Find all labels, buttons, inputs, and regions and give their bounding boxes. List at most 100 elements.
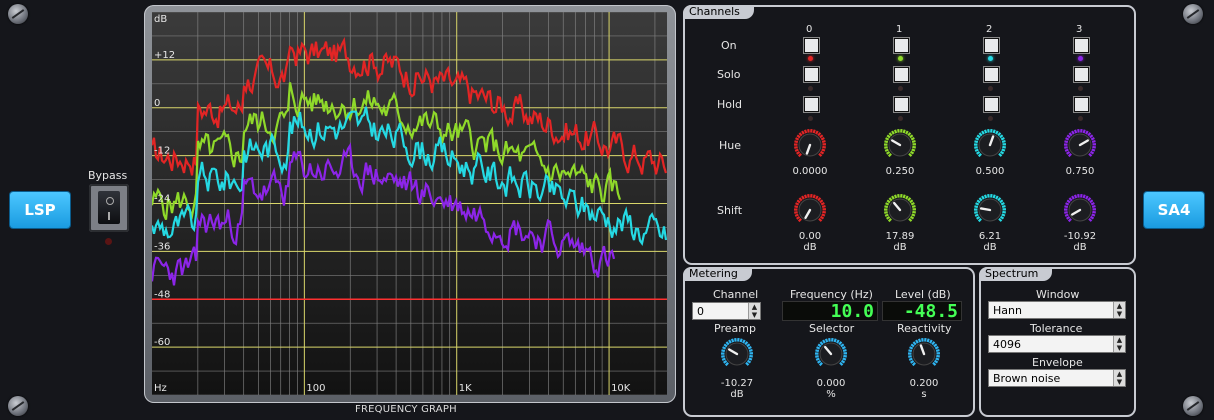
channel-1-solo-led [898,86,903,91]
preamp-unit: dB [730,389,744,400]
screw-icon [1183,4,1203,24]
tolerance-select[interactable]: 4096 ▲ ▼ [988,335,1126,353]
y-axis-label: -36 [154,241,170,252]
channel-0-hue-knob[interactable] [793,128,827,162]
tolerance-label: Tolerance [1030,322,1083,335]
frequency-label: Frequency (Hz) [790,288,873,301]
channel-3-hold-checkbox[interactable] [1074,97,1089,112]
y-axis-label: +12 [154,50,175,61]
level-label: Level (dB) [895,288,951,301]
channel-3-on-checkbox[interactable] [1074,38,1089,53]
envelope-select[interactable]: Brown noise ▲ ▼ [988,369,1126,387]
channel-3-shift-unit: dB [1073,242,1087,253]
bypass-led [105,238,112,245]
tolerance-select-value: 4096 [993,338,1021,351]
preamp-label: Preamp [714,322,756,335]
channel-select-value: 0 [697,305,704,318]
frequency-graph[interactable]: dB +12 0 -12 -24 -36 -48 -60 Hz 100 1K 10K [150,11,668,396]
x-axis-label: 1K [459,383,472,394]
spin-arrows-icon: ▲ ▼ [1113,336,1125,352]
channel-2-hold-led [988,116,993,121]
channel-1-hue-knob[interactable] [883,128,917,162]
y-axis-label: -48 [154,289,170,300]
channel-0-solo-checkbox[interactable] [804,67,819,82]
y-axis-label: dB [154,14,167,25]
level-display: -48.5 [882,301,962,322]
channel-0-shift-unit: dB [803,242,817,253]
channel-3-on-led [1078,56,1083,61]
y-axis-label: Hz [154,383,167,394]
plugin-name-button[interactable]: SA4 [1144,192,1204,228]
screw-icon [8,396,28,416]
channel-1-on-led [898,56,903,61]
window-label: Window [1036,288,1080,301]
channel-0-index: 0 [806,24,813,35]
channel-0-shift-knob[interactable] [793,193,827,227]
channel-1-on-checkbox[interactable] [894,38,909,53]
channel-3-solo-led [1078,86,1083,91]
frequency-graph-svg: dB +12 0 -12 -24 -36 -48 -60 Hz 100 1K 10K [150,11,668,396]
channel-1-hue-value: 0.250 [885,166,915,177]
channel-0-on-led [808,56,813,61]
envelope-label: Envelope [1032,356,1083,369]
channel-2-shift-unit: dB [983,242,997,253]
plugin-rack: LSP SA4 Bypass dB +12 0 -12 -24 -36 -48 -60 Hz 1… [0,0,1214,420]
hold-row-label: Hold [717,98,743,111]
channel-2-on-checkbox[interactable] [984,38,999,53]
channel-0-solo-led [808,86,813,91]
channel-1-hold-led [898,116,903,121]
window-select[interactable]: Hann ▲ ▼ [988,301,1126,319]
window-select-value: Hann [993,304,1022,317]
channel-2-hue-value: 0.500 [975,166,1005,177]
reactivity-value: 0.200 [909,378,939,389]
metering-title: Metering [683,267,752,281]
bypass-switch[interactable] [89,184,129,232]
screw-icon [8,4,28,24]
channel-3-shift-knob[interactable] [1063,193,1097,227]
solo-row-label: Solo [717,68,741,81]
channel-2-shift-value: 6.21 [978,231,1002,242]
reactivity-knob[interactable] [907,337,941,371]
screw-icon [1183,396,1203,416]
channel-2-index: 2 [986,24,993,35]
channel-2-on-led [988,56,993,61]
graph-caption: FREQUENCY GRAPH [355,404,457,415]
channel-1-hold-checkbox[interactable] [894,97,909,112]
spin-arrows-icon: ▲ ▼ [1113,302,1125,318]
reactivity-label: Reactivity [897,322,952,335]
y-axis-label: -24 [154,194,170,205]
selector-knob[interactable] [814,337,848,371]
preamp-value: -10.27 [720,378,754,389]
channel-1-shift-value: 17.89 [885,231,915,242]
selector-unit: % [826,389,836,400]
channel-1-index: 1 [896,24,903,35]
channel-2-shift-knob[interactable] [973,193,1007,227]
on-row-label: On [721,39,737,52]
channel-2-hold-checkbox[interactable] [984,97,999,112]
y-axis-label: -60 [154,337,170,348]
preamp-knob[interactable] [720,337,754,371]
channel-1-solo-checkbox[interactable] [894,67,909,82]
channel-2-hue-knob[interactable] [973,128,1007,162]
lsp-logo-button[interactable]: LSP [10,192,70,228]
channel-3-solo-checkbox[interactable] [1074,67,1089,82]
channel-select[interactable]: 0 ▲ ▼ [692,302,761,320]
channel-0-on-checkbox[interactable] [804,38,819,53]
y-axis-label: -12 [154,146,170,157]
channel-2-solo-checkbox[interactable] [984,67,999,82]
channel-0-hold-led [808,116,813,121]
selector-value: 0.000 [816,378,846,389]
channels-title: Channels [683,5,754,19]
spin-arrows-icon: ▲ ▼ [1113,370,1125,386]
channel-0-hold-checkbox[interactable] [804,97,819,112]
hue-row-label: Hue [719,139,742,152]
selector-label: Selector [809,322,855,335]
y-axis-label: 0 [154,98,160,109]
rocker-switch-icon [98,191,120,224]
channel-1-shift-unit: dB [893,242,907,253]
channel-3-hue-knob[interactable] [1063,128,1097,162]
channel-3-index: 3 [1076,24,1083,35]
channel-0-shift-value: 0.00 [798,231,822,242]
channel-1-shift-knob[interactable] [883,193,917,227]
x-axis-label: 100 [306,383,325,394]
